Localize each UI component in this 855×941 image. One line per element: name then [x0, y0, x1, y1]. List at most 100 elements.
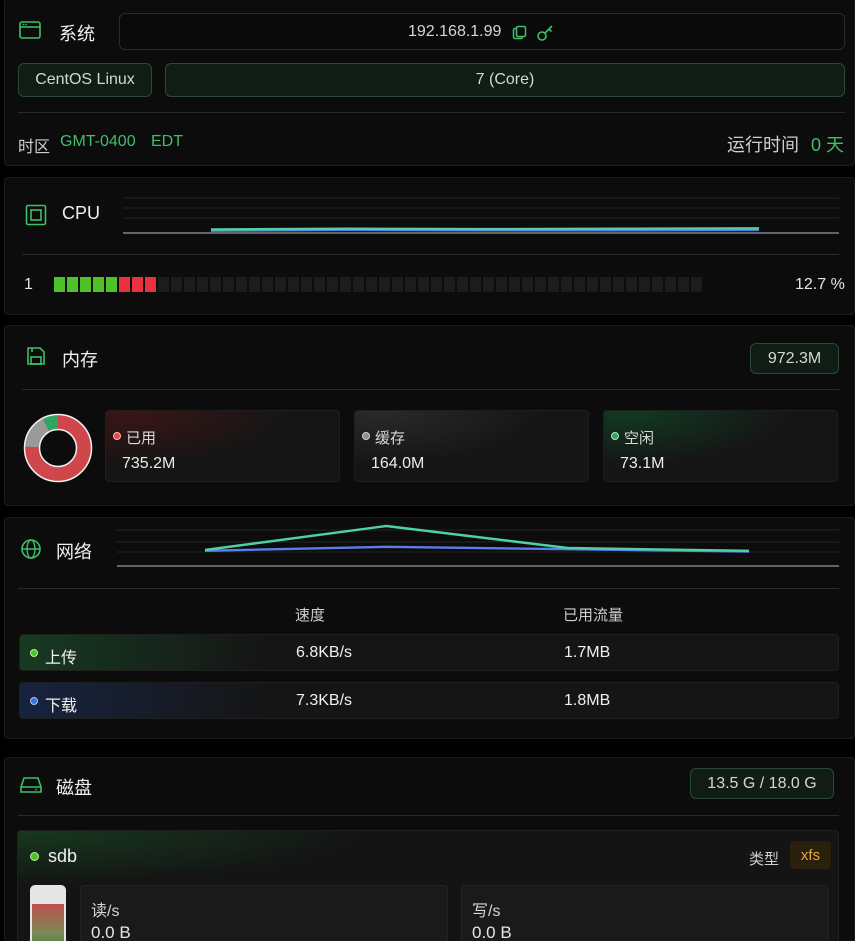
cpu-segment [106, 277, 117, 292]
col-traffic-header: 已用流量 [563, 607, 624, 624]
cpu-segment [314, 277, 325, 292]
upload-speed: 6.8KB/s [296, 644, 353, 661]
read-label: 读/s [91, 903, 120, 920]
cpu-segment [327, 277, 338, 292]
download-speed: 7.3KB/s [296, 692, 353, 709]
cpu-segment [470, 277, 481, 292]
divider [18, 588, 839, 589]
uptime-value: 0 天 [811, 135, 845, 155]
timezone-offset: GMT-0400 [60, 133, 136, 150]
cpu-segment [132, 277, 143, 292]
disk-fill-gauge [30, 885, 66, 941]
read-value: 0.0 B [91, 923, 131, 941]
used-dot [113, 432, 121, 440]
memory-free-box: 空闲 73.1M [603, 410, 838, 482]
cpu-segment [639, 277, 650, 292]
cpu-percent: 12.7 % [795, 276, 845, 293]
used-label: 已用 [126, 430, 157, 447]
cpu-segment [535, 277, 546, 292]
cpu-segment [483, 277, 494, 292]
disk-title: 磁盘 [56, 778, 92, 798]
cpu-segment [145, 277, 156, 292]
download-dot [30, 697, 38, 705]
cpu-segment [418, 277, 429, 292]
os-version-badge: 7 (Core) [165, 63, 845, 97]
disk-name: sdb [48, 846, 78, 866]
cpu-segment [223, 277, 234, 292]
cpu-segment [626, 277, 637, 292]
timezone-abbr: EDT [151, 133, 183, 150]
save-icon [27, 347, 45, 365]
disk-status-dot [30, 852, 39, 861]
history-line [210, 227, 760, 231]
cpu-segment [678, 277, 689, 292]
download-label: 下载 [45, 698, 78, 715]
disk-usage-badge: 13.5 G / 18.0 G [690, 768, 834, 799]
memory-cache-box: 缓存 164.0M [354, 410, 589, 482]
cpu-segment [158, 277, 169, 292]
cpu-segment [275, 277, 286, 292]
cpu-title: CPU [62, 203, 101, 223]
hard-drive-icon [20, 777, 42, 793]
memory-card: 内存 972.3M 已用 735.2M 缓存 164.0M 空闲 73.1M [4, 325, 855, 506]
cpu-segment [184, 277, 195, 292]
cpu-segment [548, 277, 559, 292]
cpu-segment [600, 277, 611, 292]
cpu-segment [119, 277, 130, 292]
cpu-core-label: 1 [24, 276, 33, 293]
system-title: 系统 [59, 24, 95, 44]
cpu-segment [431, 277, 442, 292]
upload-label: 上传 [45, 650, 78, 667]
disk-write-box: 写/s 0.0 B [461, 885, 829, 941]
cpu-segment [444, 277, 455, 292]
disk-item-sdb[interactable]: sdb 类型 xfs 读/s 0.0 B 写/s 0.0 B [17, 830, 839, 941]
disk-fill-level [32, 903, 64, 941]
cpu-segment [236, 277, 247, 292]
cpu-segment [54, 277, 65, 292]
cpu-segment [561, 277, 572, 292]
ip-field: 192.168.1.99 [119, 13, 845, 50]
cache-value: 164.0M [371, 455, 425, 472]
cpu-segment [301, 277, 312, 292]
free-value: 73.1M [620, 455, 665, 472]
cpu-segment [496, 277, 507, 292]
memory-title: 内存 [62, 350, 98, 370]
cpu-segment [457, 277, 468, 292]
cpu-segment [665, 277, 676, 292]
timezone-label: 时区 [18, 139, 51, 156]
window-icon [19, 21, 41, 39]
memory-donut-chart [23, 413, 93, 483]
copy-icon[interactable] [512, 25, 528, 41]
key-icon[interactable] [536, 24, 554, 42]
globe-icon [21, 539, 41, 559]
disk-read-box: 读/s 0.0 B [80, 885, 448, 941]
disk-card: 磁盘 13.5 G / 18.0 G sdb 类型 xfs 读/s 0.0 B … [4, 757, 855, 941]
system-card: 系统 192.168.1.99 CentOS Linux 7 (Core) 时区… [4, 0, 855, 166]
cache-dot [362, 432, 370, 440]
cpu-segment [93, 277, 104, 292]
cpu-segment [197, 277, 208, 292]
col-speed-header: 速度 [295, 607, 326, 624]
divider [22, 254, 839, 255]
cpu-segment [392, 277, 403, 292]
free-dot [611, 432, 619, 440]
cpu-segment [210, 277, 221, 292]
cpu-segment [262, 277, 273, 292]
upload-row: 上传 6.8KB/s 1.7MB [19, 634, 839, 671]
download-row: 下载 7.3KB/s 1.8MB [19, 682, 839, 719]
cpu-segment [340, 277, 351, 292]
divider [18, 112, 845, 113]
disk-type-badge: xfs [790, 841, 831, 869]
cpu-segment [67, 277, 78, 292]
cpu-segment [691, 277, 702, 292]
cpu-segment [574, 277, 585, 292]
network-title: 网络 [56, 542, 92, 562]
cpu-icon [25, 204, 47, 226]
cpu-segment [405, 277, 416, 292]
uptime-label: 运行时间 [727, 135, 799, 155]
os-name-badge: CentOS Linux [18, 63, 152, 97]
cpu-segment [522, 277, 533, 292]
upload-dot [30, 649, 38, 657]
download-traffic: 1.8MB [564, 692, 611, 709]
upload-traffic: 1.7MB [564, 644, 611, 661]
